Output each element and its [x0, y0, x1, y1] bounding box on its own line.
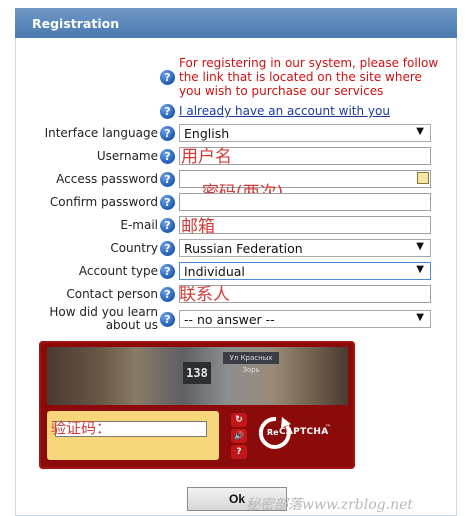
dropdown-arrow-icon: ▼: [416, 264, 424, 275]
interface-language-value: English: [184, 126, 230, 141]
dropdown-arrow-icon: ▼: [416, 126, 424, 137]
how-did-you-learn-label-line2: about us: [105, 318, 158, 332]
recaptcha-logo-text: CAPTCHA: [279, 427, 329, 437]
account-type-label: Account type: [78, 264, 158, 278]
email-input[interactable]: [179, 216, 431, 234]
help-icon[interactable]: ?: [160, 126, 175, 141]
account-type-select[interactable]: Individual ▼: [179, 262, 431, 280]
help-icon[interactable]: ?: [160, 172, 175, 187]
help-icon[interactable]: ?: [160, 218, 175, 233]
help-icon[interactable]: ?: [160, 287, 175, 302]
dropdown-arrow-icon: ▼: [416, 312, 424, 323]
password-generator-icon[interactable]: [417, 172, 429, 184]
dropdown-arrow-icon: ▼: [416, 241, 424, 252]
contact-person-annotation: 联系人: [179, 285, 230, 305]
username-annotation: 用户名: [181, 147, 232, 167]
help-icon[interactable]: ?: [160, 104, 175, 119]
how-did-you-learn-label: How did you learn about us: [8, 306, 158, 332]
contact-person-label: Contact person: [66, 287, 158, 301]
recaptcha-logo-re: Re: [267, 428, 279, 437]
interface-language-label: Interface language: [44, 126, 158, 140]
refresh-icon[interactable]: ↻: [231, 413, 247, 427]
captcha-help-icon[interactable]: ?: [231, 445, 247, 459]
email-label: E-mail: [120, 218, 158, 232]
registration-notice: For registering in our system, please fo…: [179, 56, 439, 98]
captcha-image-sign: Ул Красных Зорь: [223, 352, 279, 374]
watermark: 秘密部落www.zrblog.net: [246, 497, 414, 513]
country-value: Russian Federation: [184, 241, 303, 256]
captcha-image-number: 138: [183, 362, 211, 384]
confirm-password-input[interactable]: [179, 193, 431, 211]
audio-icon[interactable]: 🔊: [231, 429, 247, 443]
country-select[interactable]: Russian Federation ▼: [179, 239, 431, 257]
panel-title: Registration: [15, 8, 457, 38]
how-did-you-learn-value: -- no answer --: [184, 312, 275, 327]
existing-account-link[interactable]: I already have an account with you: [179, 104, 390, 118]
access-password-label: Access password: [56, 172, 158, 186]
account-type-value: Individual: [184, 264, 245, 279]
recaptcha-logo: Re CAPTCHA ™: [257, 413, 347, 455]
country-label: Country: [110, 241, 158, 255]
username-label: Username: [96, 149, 158, 163]
email-annotation: 邮箱: [181, 217, 215, 237]
help-icon[interactable]: ?: [160, 195, 175, 210]
confirm-password-label: Confirm password: [49, 195, 158, 209]
help-icon[interactable]: ?: [160, 264, 175, 279]
recaptcha-logo-tm: ™: [325, 424, 331, 431]
interface-language-select[interactable]: English ▼: [179, 124, 431, 142]
captcha-image: Ул Красных Зорь 138: [47, 347, 348, 405]
help-icon[interactable]: ?: [160, 241, 175, 256]
how-did-you-learn-select[interactable]: -- no answer -- ▼: [179, 310, 431, 328]
help-icon[interactable]: ?: [160, 70, 175, 85]
captcha-annotation: 验证码：: [51, 419, 112, 437]
help-icon[interactable]: ?: [160, 312, 175, 327]
help-icon[interactable]: ?: [160, 149, 175, 164]
